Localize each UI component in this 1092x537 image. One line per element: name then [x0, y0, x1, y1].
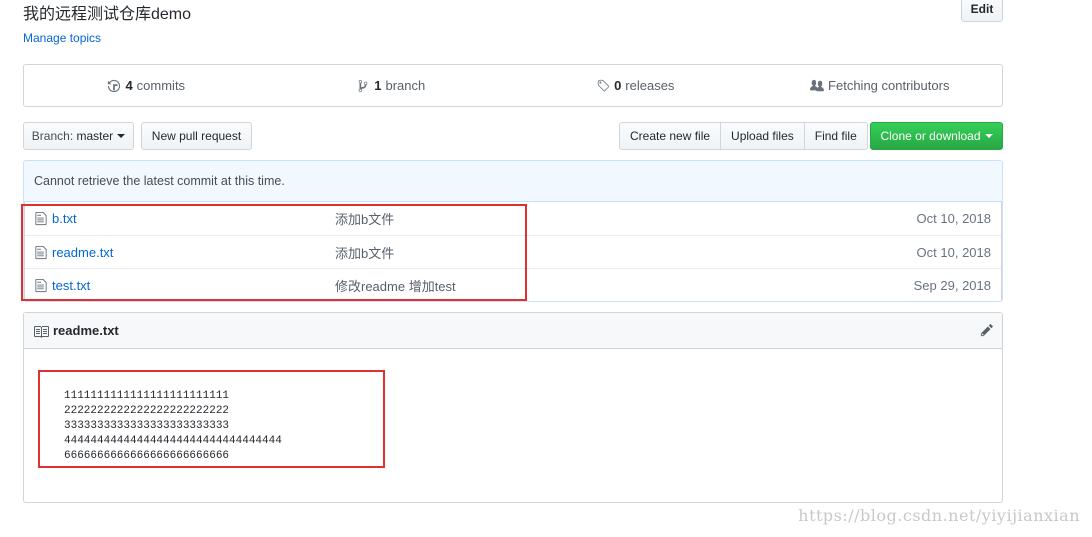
branch-icon [358, 79, 368, 92]
highlight-box-files [21, 204, 527, 301]
commit-tease: Cannot retrieve the latest commit at thi… [24, 161, 1002, 202]
people-icon [810, 79, 825, 91]
pencil-icon[interactable] [980, 323, 994, 340]
file-age: Oct 10, 2018 [916, 211, 991, 226]
chevron-down-icon [984, 134, 993, 138]
tag-icon [597, 79, 610, 91]
file-actions-group: Create new file Upload files Find file [619, 122, 868, 150]
history-icon [108, 79, 121, 92]
highlight-box-readme [38, 370, 385, 468]
repo-description: 我的远程测试仓库demo [23, 6, 192, 23]
branch-label: branch [385, 78, 426, 93]
chevron-down-icon [117, 134, 126, 138]
edit-button[interactable]: Edit [961, 0, 1003, 22]
readme-header: readme.txt [24, 313, 1002, 349]
new-pull-request-button[interactable]: New pull request [141, 122, 252, 150]
commits-label: commits [136, 78, 186, 93]
readme-title: readme.txt [53, 323, 119, 338]
releases-count: 0 [614, 78, 622, 93]
contributors-label: Fetching contributors [828, 78, 950, 93]
create-new-file-button[interactable]: Create new file [619, 122, 722, 150]
branch-name: master [76, 129, 114, 143]
commits-link[interactable]: 4 commits [24, 65, 269, 106]
contributors-link[interactable]: Fetching contributors [758, 65, 1003, 106]
releases-link[interactable]: 0 releases [513, 65, 758, 106]
branch-select-button[interactable]: Branch: master [23, 122, 134, 150]
branch-link[interactable]: 1 branch [269, 65, 514, 106]
manage-topics-link[interactable]: Manage topics [23, 31, 101, 45]
numbers-summary: 4 commits 1 branch 0 releases Fetching c… [23, 64, 1003, 107]
branch-prefix: Branch: [31, 129, 74, 143]
commits-count: 4 [125, 78, 133, 93]
find-file-button[interactable]: Find file [803, 122, 868, 150]
file-age: Sep 29, 2018 [913, 277, 991, 293]
clone-or-download-button[interactable]: Clone or download [870, 122, 1003, 150]
file-age: Oct 10, 2018 [916, 244, 991, 260]
upload-files-button[interactable]: Upload files [720, 122, 805, 150]
releases-label: releases [625, 78, 675, 93]
branch-count: 1 [374, 78, 382, 93]
clone-label: Clone or download [880, 129, 981, 143]
watermark: https://blog.csdn.net/yiyijianxian [798, 506, 1080, 525]
book-icon [34, 325, 49, 338]
